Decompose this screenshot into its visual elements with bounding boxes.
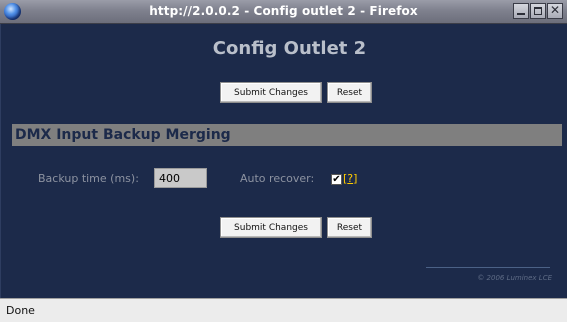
backup-time-label: Backup time (ms): [38,172,139,185]
page-title: Config Outlet 2 [212,38,367,59]
footer-divider [426,267,550,268]
status-bar: Done [0,298,567,322]
minimize-icon [517,13,525,15]
help-bracket-close: ] [353,172,358,185]
close-icon: ✕ [549,3,561,17]
reset-button-top[interactable]: Reset [327,82,372,103]
reset-button-bottom[interactable]: Reset [327,217,372,238]
auto-recover-label: Auto recover: [240,172,315,185]
status-text: Done [6,304,35,317]
auto-recover-checkbox[interactable]: ✔ [331,174,342,185]
submit-changes-button-top[interactable]: Submit Changes [220,82,322,103]
close-button[interactable]: ✕ [547,3,563,19]
copyright-text: © 2006 Luminex LCE [477,274,552,282]
maximize-button[interactable] [530,3,546,19]
browser-window: http://2.0.0.2 - Config outlet 2 - Firef… [0,0,567,322]
backup-time-input[interactable] [154,168,207,188]
section-header: DMX Input Backup Merging [12,124,562,146]
left-frame [0,24,12,298]
page-content: Config Outlet 2 Submit Changes Reset DMX… [12,24,567,298]
help-link[interactable]: [?] [343,172,357,186]
window-title: http://2.0.0.2 - Config outlet 2 - Firef… [149,4,418,18]
submit-changes-button-bottom[interactable]: Submit Changes [220,217,322,238]
maximize-icon [534,7,542,15]
title-bar[interactable]: http://2.0.0.2 - Config outlet 2 - Firef… [0,0,567,24]
minimize-button[interactable] [513,3,529,19]
